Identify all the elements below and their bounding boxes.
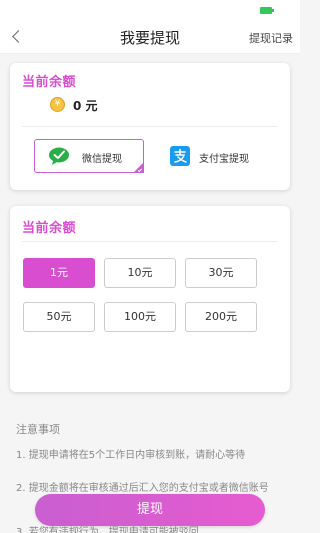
- balance-section-title: 当前余额: [22, 75, 77, 90]
- coin-icon: ¥: [50, 97, 65, 112]
- amount-option[interactable]: 10元: [104, 258, 176, 288]
- wechat-icon: [49, 147, 69, 165]
- note-item: 1. 提现申请将在5个工作日内审核到账，请耐心等待: [16, 450, 246, 461]
- amount-card: 当前余额 1元 10元 30元 50元 100元 200元: [10, 206, 290, 392]
- divider: [22, 126, 278, 127]
- battery-icon: [260, 7, 274, 14]
- alipay-withdraw-option[interactable]: 支付宝提现: [162, 139, 272, 173]
- selected-check-icon: [137, 167, 143, 173]
- note-item: 3. 若您有违规行为，提现申请可能被驳回: [16, 527, 199, 533]
- divider: [22, 241, 278, 242]
- withdraw-button[interactable]: 提现: [35, 494, 265, 526]
- status-bar: [0, 0, 300, 20]
- alipay-withdraw-label: 支付宝提现: [199, 154, 249, 165]
- wechat-withdraw-label: 微信提现: [82, 154, 122, 165]
- balance-value: 0 元: [73, 99, 98, 113]
- notes-title: 注意事项: [16, 423, 60, 436]
- amount-option[interactable]: 50元: [23, 302, 95, 332]
- header: 我要提现 提现记录: [0, 20, 300, 54]
- amount-option[interactable]: 1元: [23, 258, 95, 288]
- amount-section-title: 当前余额: [22, 221, 77, 236]
- amount-option[interactable]: 100元: [104, 302, 176, 332]
- wechat-withdraw-option[interactable]: 微信提现: [34, 139, 144, 173]
- withdraw-record-link[interactable]: 提现记录: [249, 30, 293, 46]
- balance-card: 当前余额 ¥ 0 元 微信提现 支付宝提现: [10, 63, 290, 190]
- amount-option[interactable]: 200元: [185, 302, 257, 332]
- alipay-icon: [170, 146, 190, 166]
- amount-option[interactable]: 30元: [185, 258, 257, 288]
